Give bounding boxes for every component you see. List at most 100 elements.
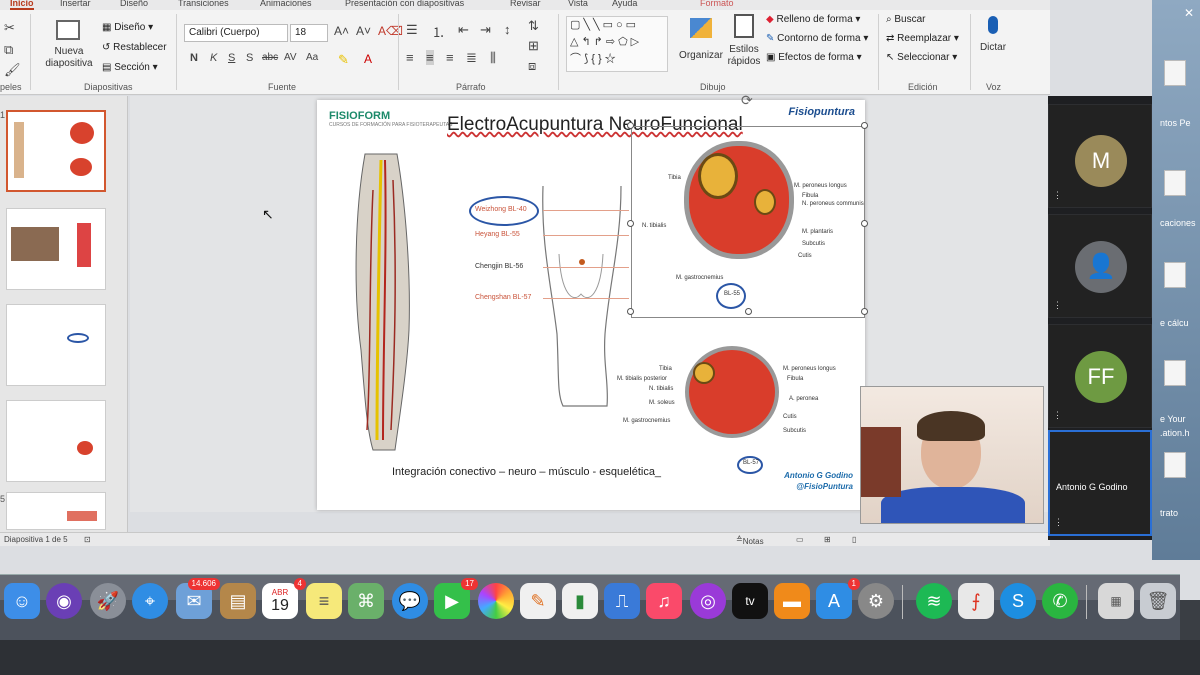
- maps-icon[interactable]: ⌘: [348, 583, 384, 619]
- normal-view-icon[interactable]: ▭: [796, 535, 804, 544]
- tab-presentacion[interactable]: Presentación con diapositivas: [345, 0, 464, 8]
- numbers-icon[interactable]: ▮: [562, 583, 598, 619]
- line-spacing-icon[interactable]: ↕: [504, 22, 511, 37]
- shape-outline-button[interactable]: ✎ Contorno de forma ▾: [766, 33, 868, 44]
- sorter-view-icon[interactable]: ⊞: [824, 535, 831, 544]
- underline-icon[interactable]: S: [228, 52, 235, 64]
- skype-icon[interactable]: S: [1000, 583, 1036, 619]
- shape-effects-button[interactable]: ▣ Efectos de forma ▾: [766, 52, 862, 63]
- accessibility-icon[interactable]: ⊡: [84, 535, 91, 544]
- shrink-font-icon[interactable]: A˅: [356, 24, 371, 38]
- contacts-icon[interactable]: ▤: [220, 583, 256, 619]
- font-name-field[interactable]: Calibri (Cuerpo): [184, 24, 288, 42]
- align-right-icon[interactable]: ≡: [446, 50, 454, 65]
- books-icon[interactable]: ▬: [774, 583, 810, 619]
- italic-icon[interactable]: K: [210, 52, 217, 64]
- tab-diseno[interactable]: Diseño: [120, 0, 148, 8]
- selection-handle[interactable]: [745, 308, 752, 315]
- launchpad-icon[interactable]: 🚀: [90, 583, 126, 619]
- slide-thumbnail-2[interactable]: [6, 208, 106, 290]
- messages-icon[interactable]: 💬: [392, 583, 428, 619]
- participant-tile-1[interactable]: M ⋮: [1048, 104, 1152, 208]
- numbering-icon[interactable]: ⒈: [432, 22, 445, 41]
- format-painter-icon[interactable]: 🖌: [4, 62, 21, 78]
- tab-insertar[interactable]: Insertar: [60, 0, 91, 8]
- app-store-icon[interactable]: A1: [816, 578, 860, 619]
- participant-tile-2[interactable]: 👤 ⋮: [1048, 214, 1152, 318]
- tab-transiciones[interactable]: Transiciones: [178, 0, 229, 8]
- close-icon[interactable]: ✕: [1184, 6, 1194, 20]
- slide-caption[interactable]: Integración conectivo – neuro – músculo …: [392, 466, 661, 478]
- increase-indent-icon[interactable]: ⇥: [480, 22, 491, 38]
- section-button[interactable]: ▤ Sección ▾: [102, 62, 158, 73]
- strikethrough-icon[interactable]: abc: [262, 52, 278, 63]
- replace-button[interactable]: ⇄ Reemplazar ▾: [886, 33, 959, 44]
- notes-icon[interactable]: ≡: [306, 583, 342, 619]
- selection-handle[interactable]: [861, 220, 868, 227]
- selection-handle[interactable]: [627, 308, 634, 315]
- apple-tv-icon[interactable]: tv: [732, 583, 768, 619]
- tab-animaciones[interactable]: Animaciones: [260, 0, 312, 8]
- desktop-file-icon[interactable]: [1164, 60, 1186, 86]
- dictate-button[interactable]: Dictar: [976, 14, 1010, 76]
- shape-fill-button[interactable]: ◆ Relleno de forma ▾: [766, 14, 860, 25]
- arrange-button[interactable]: Organizar: [676, 18, 726, 78]
- slide-thumbnail-5[interactable]: [6, 492, 106, 530]
- participant-tile-3[interactable]: FF ⋮: [1048, 324, 1152, 428]
- select-button[interactable]: ↖ Seleccionar ▾: [886, 52, 957, 63]
- slide-thumbnail-3[interactable]: [6, 304, 106, 386]
- quick-styles-button[interactable]: Estilos rápidos: [726, 14, 762, 80]
- highlight-icon[interactable]: ✎: [338, 52, 349, 68]
- tab-inicio[interactable]: Inicio: [10, 0, 34, 10]
- layout-button[interactable]: ▦ Diseño ▾: [102, 22, 153, 33]
- tab-revisar[interactable]: Revisar: [510, 0, 541, 8]
- tab-vista[interactable]: Vista: [568, 0, 588, 8]
- desktop-file-icon[interactable]: [1164, 452, 1186, 478]
- cross-section-top-image[interactable]: Tibia M. peroneus longus Fibula N. peron…: [631, 126, 865, 318]
- selection-handle[interactable]: [627, 122, 634, 129]
- rotate-handle-icon[interactable]: ⟳: [741, 92, 753, 109]
- whatsapp-icon[interactable]: ✆: [1042, 583, 1078, 619]
- keynote-icon[interactable]: ⎍: [604, 583, 640, 619]
- trash-icon[interactable]: 🗑: [1140, 583, 1176, 619]
- shadow-icon[interactable]: S: [246, 52, 253, 64]
- participant-tile-4[interactable]: Antonio G Godino ⋮: [1048, 430, 1152, 536]
- siri-icon[interactable]: ◉: [46, 583, 82, 619]
- selection-handle[interactable]: [861, 308, 868, 315]
- podcasts-icon[interactable]: ◎: [690, 583, 726, 619]
- more-options-icon[interactable]: ⋮: [1053, 300, 1062, 311]
- change-case-icon[interactable]: Aa: [306, 52, 318, 63]
- spotify-icon[interactable]: ≋: [916, 583, 952, 619]
- downloads-stack-icon[interactable]: ▦: [1098, 583, 1134, 619]
- cut-icon[interactable]: ✂: [4, 20, 15, 36]
- justify-icon[interactable]: ≣: [466, 50, 477, 66]
- more-options-icon[interactable]: ⋮: [1053, 410, 1062, 421]
- new-slide-button[interactable]: Nueva diapositiva: [40, 16, 98, 80]
- system-preferences-icon[interactable]: ⚙: [858, 583, 894, 619]
- mail-icon[interactable]: ✉ 14.606: [176, 578, 220, 619]
- grow-font-icon[interactable]: A˄: [334, 24, 349, 38]
- tab-formato[interactable]: Formato: [700, 0, 734, 8]
- acrobat-icon[interactable]: ⨍: [958, 583, 994, 619]
- desktop-file-icon[interactable]: [1164, 360, 1186, 386]
- columns-icon[interactable]: ⫼: [490, 50, 496, 66]
- find-button[interactable]: ⌕ Buscar: [886, 14, 926, 25]
- bold-icon[interactable]: N: [190, 52, 198, 64]
- calendar-icon[interactable]: ABR 19 4: [262, 578, 306, 619]
- font-size-field[interactable]: 18: [290, 24, 328, 42]
- align-center-icon[interactable]: ≡: [426, 50, 434, 65]
- slide-thumbnail-1[interactable]: [6, 110, 106, 192]
- self-camera-view[interactable]: [860, 386, 1044, 524]
- finder-icon[interactable]: ☺: [4, 583, 40, 619]
- slide-thumbnail-4[interactable]: [6, 400, 106, 482]
- char-spacing-icon[interactable]: AV: [284, 52, 297, 63]
- reset-button[interactable]: ↺ Restablecer: [102, 42, 167, 53]
- tab-ayuda[interactable]: Ayuda: [612, 0, 637, 8]
- align-left-icon[interactable]: ≡: [406, 50, 414, 65]
- desktop-file-icon[interactable]: [1164, 262, 1186, 288]
- more-options-icon[interactable]: ⋮: [1053, 190, 1062, 201]
- photos-icon[interactable]: [478, 583, 514, 619]
- shapes-gallery[interactable]: ▢╲╲▭○▭ △↰↱⇨⬠▷ ⌒⟆{}☆: [566, 16, 668, 72]
- smartart-icon[interactable]: ⧈: [528, 58, 536, 74]
- facetime-icon[interactable]: ▶ 17: [434, 578, 478, 619]
